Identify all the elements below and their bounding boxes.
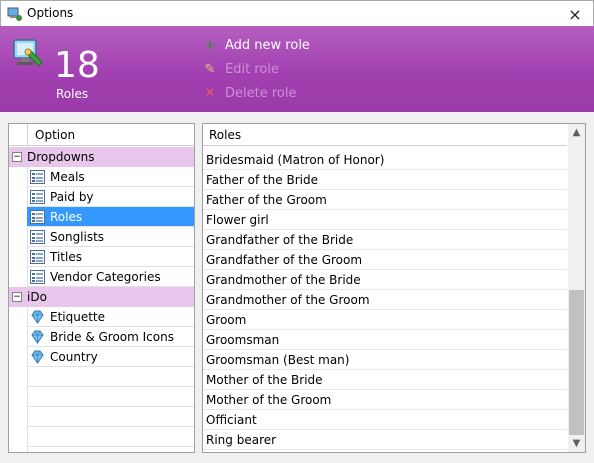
role-row[interactable]: Grandmother of the Groom [203, 290, 567, 310]
options-header-label: Option [35, 128, 76, 142]
role-row[interactable]: Flower girl [203, 210, 567, 230]
group-ido[interactable]: − iDo [9, 287, 194, 307]
role-label: Bridesmaid (Matron of Honor) [206, 153, 385, 167]
pencil-icon: ✎ [204, 61, 216, 77]
delete-x-icon: ✕ [204, 85, 216, 101]
option-country[interactable]: Country [27, 347, 194, 367]
list-icon [30, 170, 45, 184]
role-label: Father of the Bride [206, 173, 318, 187]
role-row[interactable]: Bridesmaid (Matron of Honor) [203, 150, 567, 170]
delete-role-label: Delete role [225, 85, 297, 101]
plus-icon: + [204, 37, 216, 53]
option-bride-groom-icons[interactable]: Bride & Groom Icons [27, 327, 194, 347]
role-label: Grandfather of the Bride [206, 233, 354, 247]
add-new-role-button[interactable]: + Add new role [203, 36, 310, 54]
scroll-down-icon[interactable]: ▼ [568, 435, 585, 452]
diamond-icon [31, 350, 44, 364]
roles-header-label: Roles [209, 128, 242, 142]
group-dropdowns-label: Dropdowns [27, 150, 95, 164]
delete-role-button[interactable]: ✕ Delete role [203, 84, 297, 102]
scroll-up-icon[interactable]: ▲ [568, 124, 585, 141]
empty-row [27, 427, 194, 447]
option-vendor-categories[interactable]: Vendor Categories [27, 267, 194, 287]
option-titles[interactable]: Titles [27, 247, 194, 267]
title-bar: Options × [0, 0, 594, 26]
role-label: Groom [206, 313, 247, 327]
role-row[interactable]: Officiant [203, 410, 567, 430]
option-vendor-categories-label: Vendor Categories [50, 270, 161, 284]
role-row[interactable]: Grandmother of the Bride [203, 270, 567, 290]
role-row[interactable]: Mother of the Bride [203, 370, 567, 390]
role-row[interactable]: Groomsman [203, 330, 567, 350]
window-title: Options [27, 6, 74, 20]
role-label: Ring bearer [206, 433, 277, 447]
close-icon[interactable]: × [557, 1, 593, 27]
option-roles-label: Roles [50, 210, 83, 224]
role-label: Flower girl [206, 213, 269, 227]
role-label: Mother of the Bride [206, 373, 323, 387]
collapse-icon[interactable]: − [12, 152, 22, 162]
diamond-icon [31, 310, 44, 324]
column-separator [27, 124, 28, 146]
options-tree: Option − Dropdowns Meals Paid by Roles S… [8, 123, 195, 453]
vertical-scrollbar[interactable]: ▲ ▼ [568, 124, 585, 452]
roles-icon [13, 39, 43, 67]
empty-row [27, 367, 194, 387]
collapse-icon[interactable]: − [12, 292, 22, 302]
role-label: Mother of the Groom [206, 393, 332, 407]
role-label: Grandmother of the Bride [206, 273, 361, 287]
empty-row [27, 387, 194, 407]
options-column-header: Option [9, 124, 194, 146]
option-roles[interactable]: Roles [27, 207, 194, 227]
edit-role-label: Edit role [225, 61, 279, 77]
group-ido-label: iDo [27, 290, 47, 304]
scrollbar-thumb[interactable] [569, 290, 584, 435]
role-row[interactable]: Ring bearer [203, 430, 567, 450]
app-icon [7, 7, 22, 21]
header-band: 18 Roles + Add new role ✎ Edit role ✕ De… [0, 26, 594, 112]
roles-column-header[interactable]: Roles [203, 124, 567, 146]
group-dropdowns[interactable]: − Dropdowns [9, 147, 194, 167]
option-meals-label: Meals [50, 170, 85, 184]
role-row[interactable]: Father of the Groom [203, 190, 567, 210]
role-label: Groomsman (Best man) [206, 353, 350, 367]
list-icon [30, 210, 45, 224]
role-row[interactable]: Grandfather of the Bride [203, 230, 567, 250]
list-icon [30, 270, 45, 284]
list-icon [30, 230, 45, 244]
option-songlists[interactable]: Songlists [27, 227, 194, 247]
add-new-role-label: Add new role [225, 37, 310, 53]
option-meals[interactable]: Meals [27, 167, 194, 187]
roles-count-label: Roles [56, 87, 89, 101]
option-paid-by-label: Paid by [50, 190, 94, 204]
option-etiquette-label: Etiquette [50, 310, 106, 324]
edit-role-button[interactable]: ✎ Edit role [203, 60, 279, 78]
option-songlists-label: Songlists [50, 230, 105, 244]
option-titles-label: Titles [50, 250, 82, 264]
diamond-icon [31, 330, 44, 344]
option-bride-groom-icons-label: Bride & Groom Icons [50, 330, 174, 344]
list-icon [30, 190, 45, 204]
empty-row [27, 407, 194, 427]
roles-count: 18 [54, 45, 100, 86]
role-row[interactable]: Groomsman (Best man) [203, 350, 567, 370]
role-label: Officiant [206, 413, 257, 427]
role-row[interactable]: Mother of the Groom [203, 390, 567, 410]
role-label: Groomsman [206, 333, 280, 347]
option-etiquette[interactable]: Etiquette [27, 307, 194, 327]
role-label: Grandfather of the Groom [206, 253, 363, 267]
roles-list[interactable]: Roles Bridesmaid (Matron of Honor) Father… [202, 123, 586, 453]
role-row[interactable]: Groom [203, 310, 567, 330]
role-label: Father of the Groom [206, 193, 327, 207]
role-row[interactable]: Father of the Bride [203, 170, 567, 190]
option-paid-by[interactable]: Paid by [27, 187, 194, 207]
list-icon [30, 250, 45, 264]
option-country-label: Country [50, 350, 98, 364]
role-label: Grandmother of the Groom [206, 293, 370, 307]
role-row[interactable]: Grandfather of the Groom [203, 250, 567, 270]
